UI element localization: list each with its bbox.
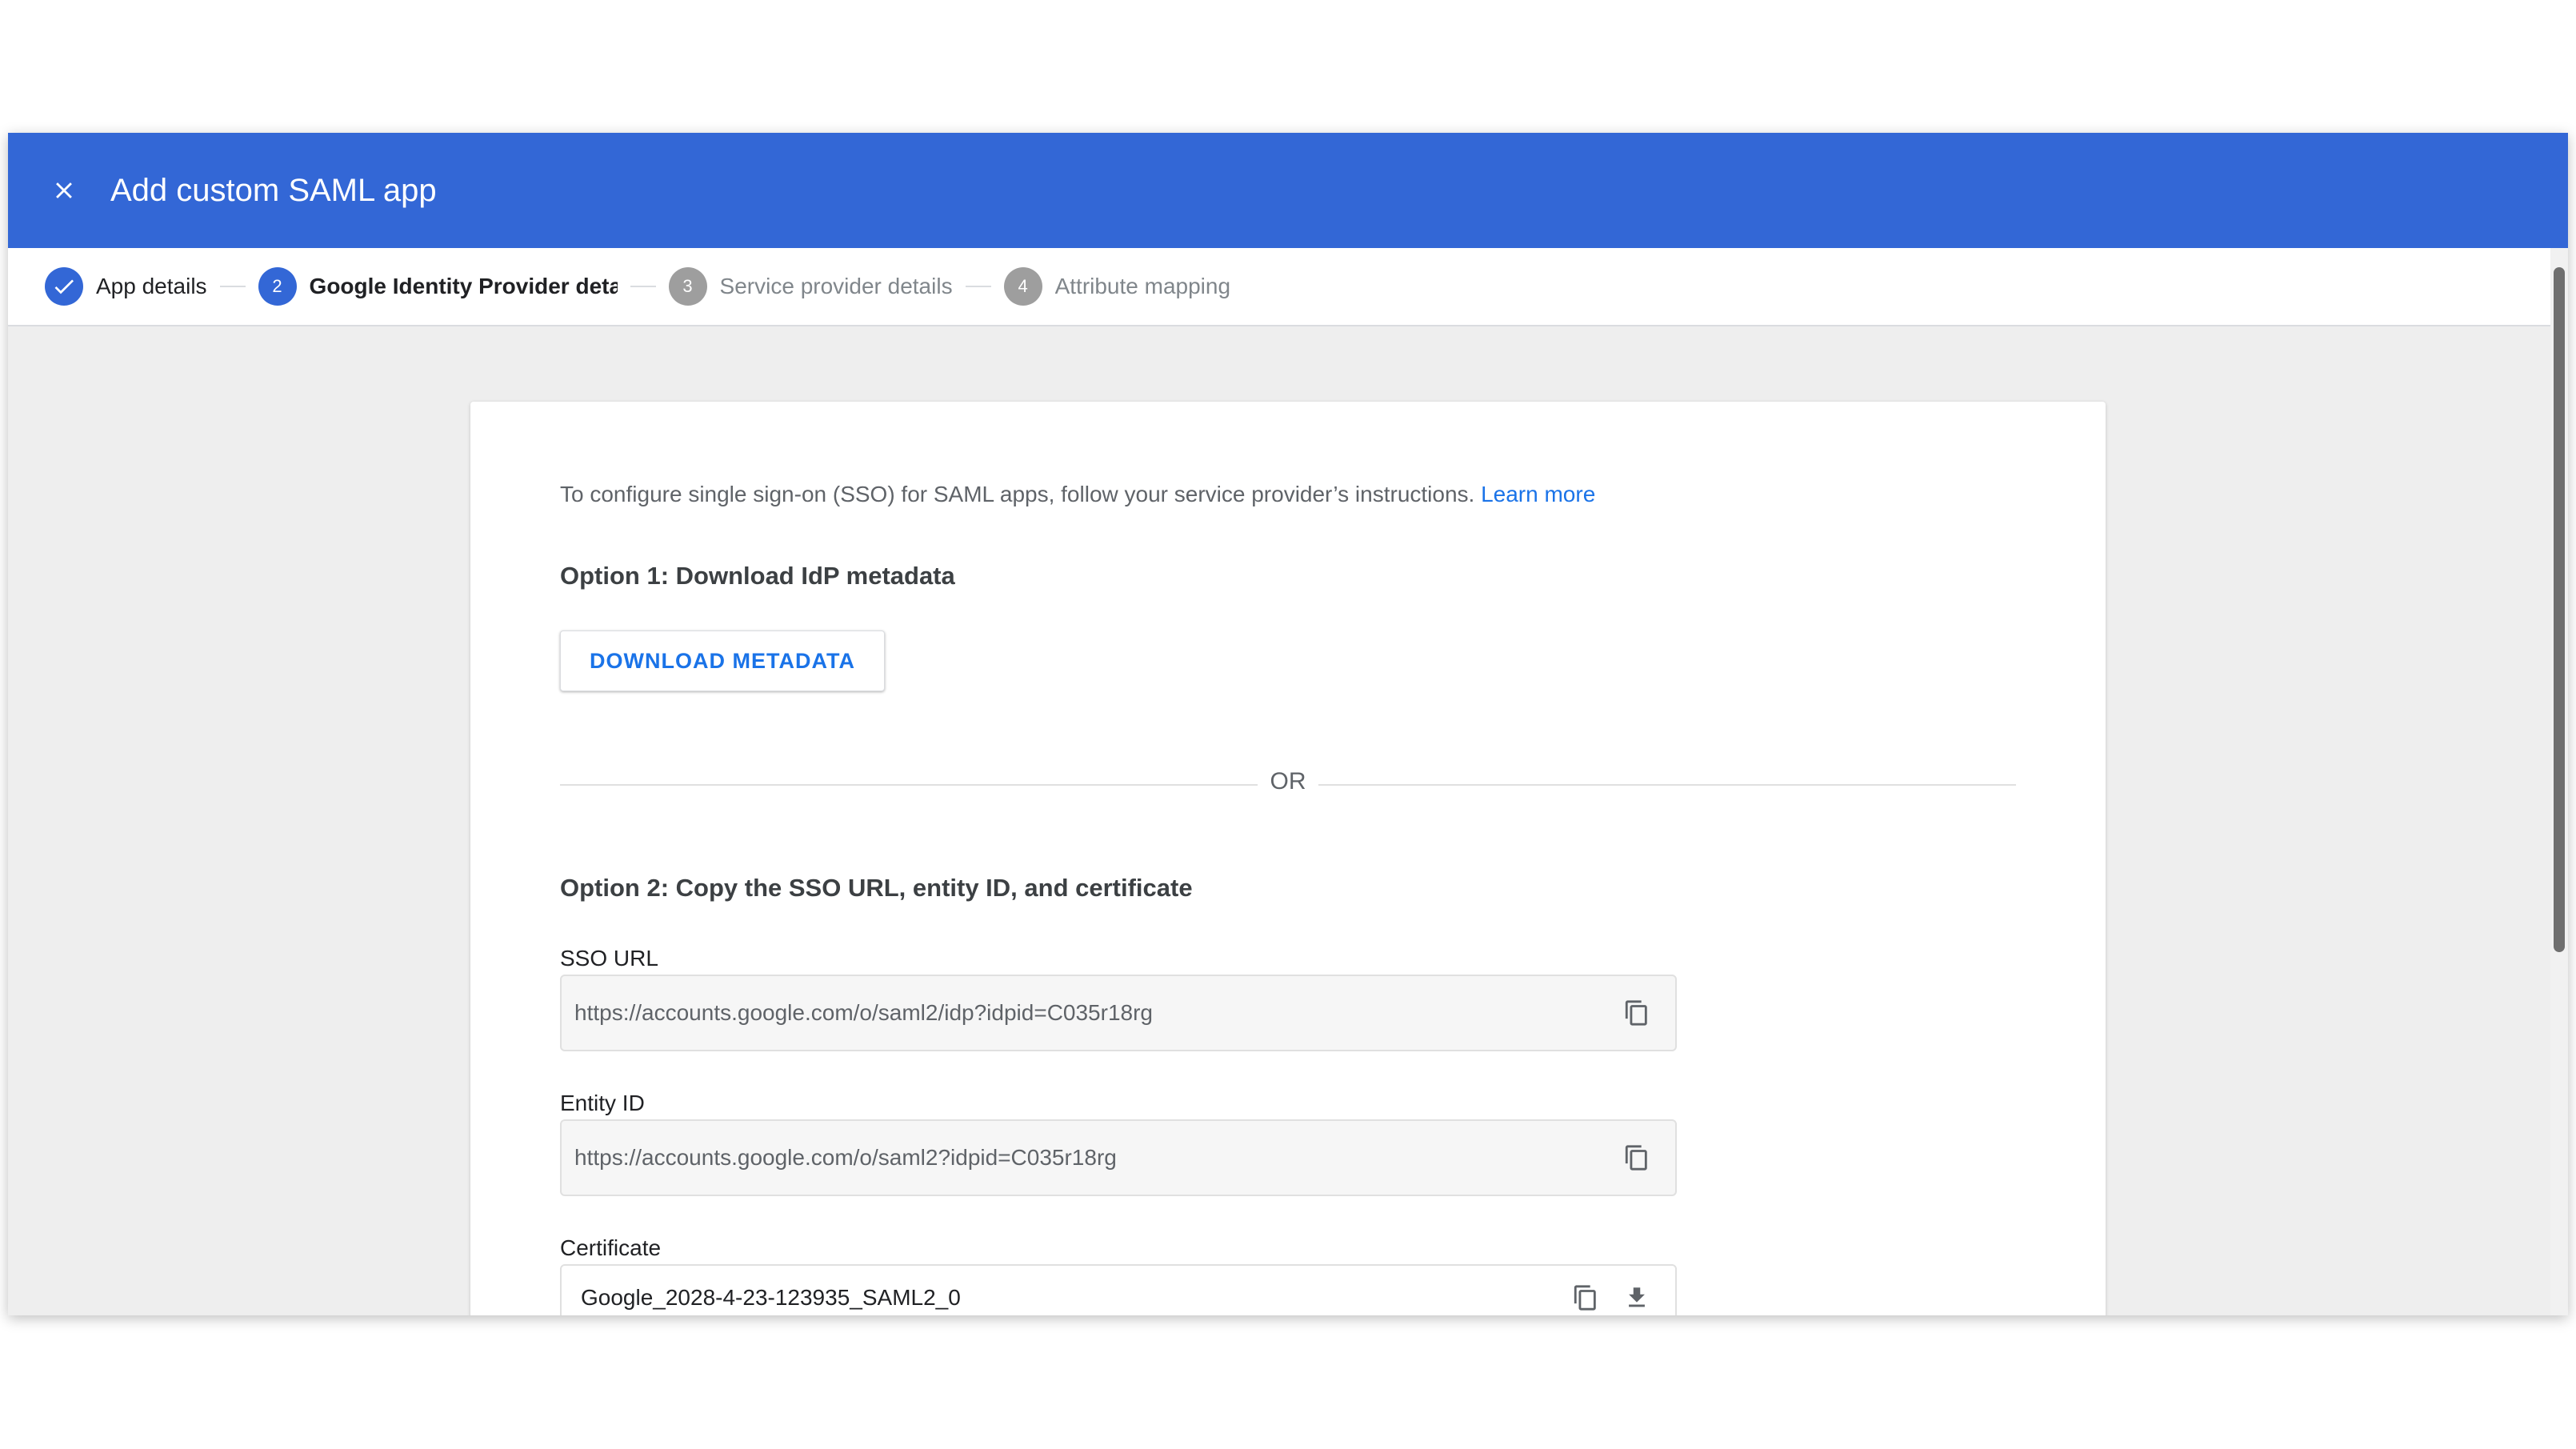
or-divider-text: OR [1270,768,1306,795]
copy-icon [1625,1000,1647,1026]
copy-icon [1574,1285,1596,1311]
entity-id-value: https://accounts.google.com/o/saml2?idpi… [574,1145,1117,1170]
close-icon [56,182,72,198]
divider-right [1318,784,2016,786]
copy-certificate-button[interactable] [1568,1280,1603,1315]
step-connector [219,286,246,287]
check-icon [54,279,74,294]
step-label: Service provider details [719,274,953,298]
step-number: 4 [1003,267,1042,306]
step-number: 3 [668,267,707,306]
certificate-field[interactable]: Google_2028-4-23-123935_SAML2_0 [560,1264,1677,1315]
step-app-details[interactable]: App details [45,248,207,325]
stepper: App details 2 Google Identity Provider d… [8,248,2568,326]
download-icon [1629,1287,1645,1307]
scrollbar-thumb[interactable] [2554,267,2565,952]
content-card: To configure single sign-on (SSO) for SA… [470,402,2106,1315]
intro-message: To configure single sign-on (SSO) for SA… [560,482,1475,506]
sso-url-field[interactable]: https://accounts.google.com/o/saml2/idp?… [560,975,1677,1051]
step-label: Google Identity Provider details [309,274,618,298]
dialog-title: Add custom SAML app [110,173,437,208]
step-idp-details[interactable]: 2 Google Identity Provider details [258,248,618,325]
sso-url-value: https://accounts.google.com/o/saml2/idp?… [574,1000,1153,1025]
copy-icon [1625,1145,1647,1171]
download-certificate-button[interactable] [1619,1280,1654,1315]
sso-url-label: SSO URL [560,946,658,971]
intro-text: To configure single sign-on (SSO) for SA… [560,482,1595,507]
learn-more-link[interactable]: Learn more [1481,482,1595,506]
step-connector [630,286,656,287]
step-number: 2 [258,267,297,306]
step-label: App details [96,274,207,298]
copy-sso-url-button[interactable] [1619,995,1654,1031]
copy-entity-id-button[interactable] [1619,1140,1654,1175]
option2-heading: Option 2: Copy the SSO URL, entity ID, a… [560,874,1193,902]
certificate-name: Google_2028-4-23-123935_SAML2_0 [581,1285,961,1310]
step-complete-badge [45,267,83,306]
download-metadata-button[interactable]: DOWNLOAD METADATA [560,630,885,691]
step-label: Attribute mapping [1054,274,1231,298]
close-button[interactable] [38,165,90,216]
certificate-label: Certificate [560,1235,662,1260]
step-attribute-mapping[interactable]: 4 Attribute mapping [1003,248,1231,325]
option1-heading: Option 1: Download IdP metadata [560,562,955,590]
entity-id-field[interactable]: https://accounts.google.com/o/saml2?idpi… [560,1119,1677,1196]
step-sp-details[interactable]: 3 Service provider details [668,248,953,325]
dialog-window: Add custom SAML app App details 2 Google… [8,133,2568,1315]
entity-id-label: Entity ID [560,1091,645,1115]
app-bar: Add custom SAML app [8,133,2568,248]
step-connector [965,286,991,287]
